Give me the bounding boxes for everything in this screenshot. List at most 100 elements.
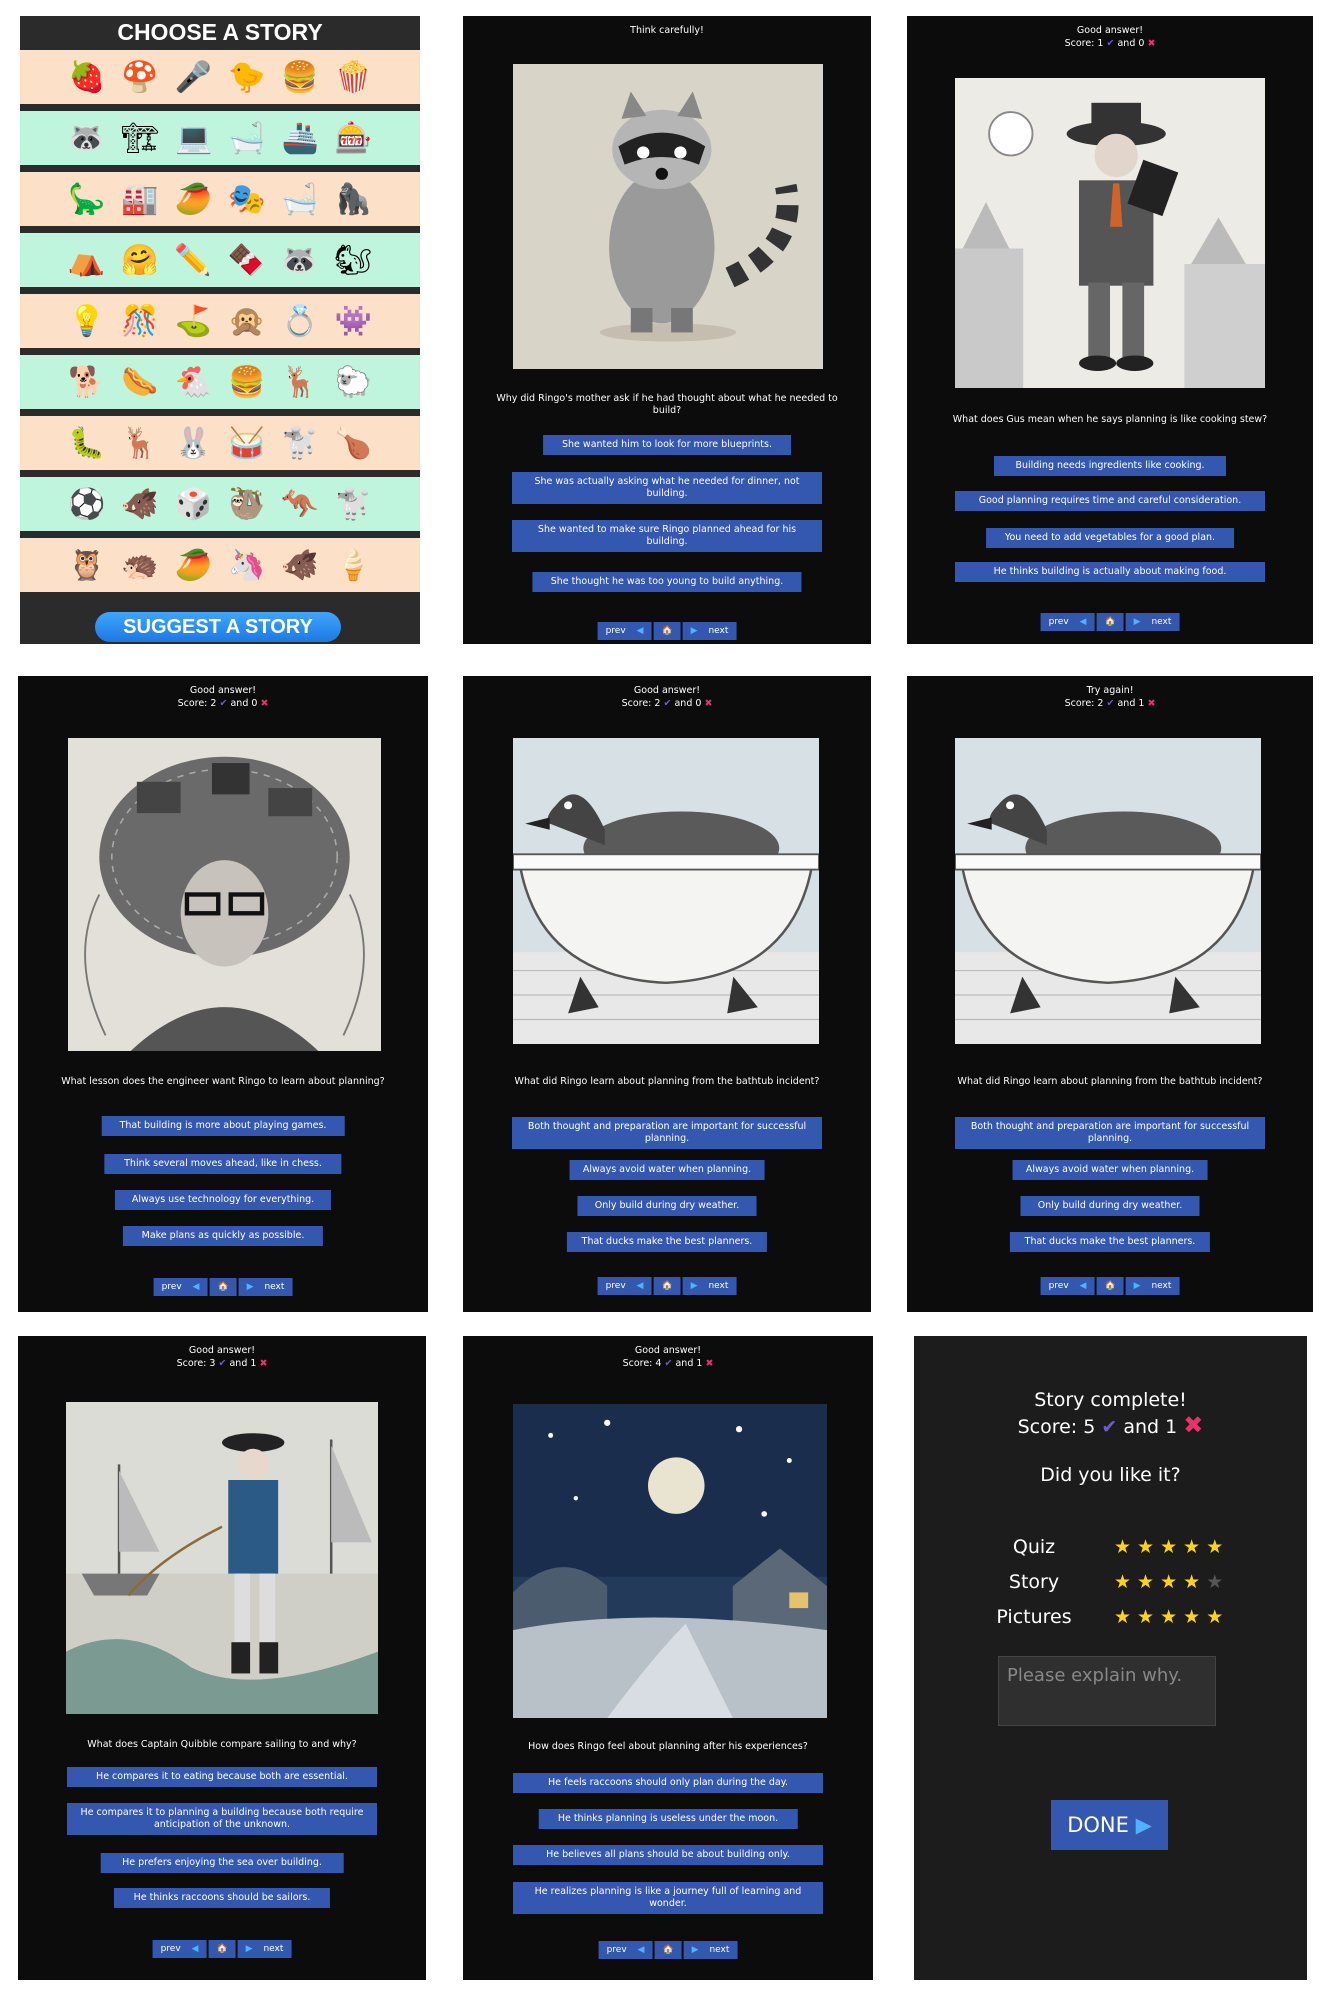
answer-option[interactable]: He prefers enjoying the sea over buildin… [100,1853,344,1873]
story-icon[interactable]: 🐕 [68,365,105,400]
star-icon[interactable]: ★ [1114,1571,1137,1593]
answer-option[interactable]: That ducks make the best planners. [1009,1232,1211,1252]
prev-button[interactable]: prev ◀ [153,1278,208,1296]
home-button[interactable]: 🏠 [1096,613,1124,631]
star-rating[interactable]: ★★★★★ [1114,1606,1229,1628]
answer-option[interactable]: Good planning requires time and careful … [955,491,1265,511]
answer-option[interactable]: Only build during dry weather. [1020,1196,1200,1216]
home-button[interactable]: 🏠 [209,1278,237,1296]
story-icon[interactable]: 🍓 [68,60,105,95]
story-icon[interactable]: 🦄 [228,548,265,583]
story-icon[interactable]: 🍦 [335,548,372,583]
star-icon[interactable]: ★ [1160,1536,1183,1558]
story-icon[interactable]: 💍 [281,304,318,339]
story-icon[interactable]: 🤗 [121,243,158,278]
story-icon[interactable]: 💻 [175,121,212,156]
prev-button[interactable]: prev ◀ [598,1941,653,1959]
answer-option[interactable]: Building needs ingredients like cooking. [994,456,1226,476]
answer-option[interactable]: Both thought and preparation are importa… [955,1117,1265,1149]
story-icon[interactable]: 🐤 [228,60,265,95]
answer-option[interactable]: Always avoid water when planning. [569,1160,765,1180]
story-icon[interactable]: 🍗 [335,426,372,461]
feedback-textarea[interactable]: Please explain why. [998,1656,1216,1726]
story-icon[interactable]: 🍿 [335,60,372,95]
story-icon[interactable]: 🎤 [175,60,212,95]
story-icon[interactable]: 🛁 [281,182,318,217]
story-icon[interactable]: 🦝 [68,121,105,156]
prev-button[interactable]: prev ◀ [597,622,652,640]
story-icon[interactable]: 🙊 [228,304,265,339]
story-icon[interactable]: 🎲 [175,487,212,522]
story-icon[interactable]: 🐰 [175,426,212,461]
answer-option[interactable]: That ducks make the best planners. [566,1232,768,1252]
story-icon[interactable]: 🐗 [121,487,158,522]
answer-option[interactable]: You need to add vegetables for a good pl… [986,528,1234,548]
story-icon[interactable]: 🦌 [281,365,318,400]
answer-option[interactable]: She wanted to make sure Ringo planned ah… [512,520,822,552]
star-icon[interactable]: ★ [1183,1606,1206,1628]
answer-option[interactable]: Both thought and preparation are importa… [512,1117,822,1149]
answer-option[interactable]: He compares it to eating because both ar… [67,1767,377,1787]
story-icon[interactable]: 🍄 [121,60,158,95]
star-icon[interactable]: ★ [1160,1571,1183,1593]
story-icon[interactable]: 🦘 [281,487,318,522]
star-rating[interactable]: ★★★★★ [1114,1536,1229,1558]
prev-button[interactable]: prev ◀ [1040,613,1095,631]
story-icon[interactable]: 👾 [335,304,372,339]
story-icon[interactable]: 🦥 [228,487,265,522]
story-icon[interactable]: 🌭 [121,365,158,400]
prev-button[interactable]: prev ◀ [152,1940,207,1958]
answer-option[interactable]: Think several moves ahead, like in chess… [104,1154,342,1174]
story-icon[interactable]: 🦉 [68,548,105,583]
story-icon[interactable]: 🛁 [228,121,265,156]
done-button[interactable]: DONE ▶ [1051,1800,1168,1850]
story-icon[interactable]: ✏️ [174,243,211,278]
star-icon[interactable]: ★ [1137,1606,1160,1628]
next-button[interactable]: ▶ next [1125,1277,1180,1295]
story-icon[interactable]: 🐛 [68,426,105,461]
story-icon[interactable]: ⚽ [68,487,105,522]
story-icon[interactable]: 🦍 [335,182,372,217]
answer-option[interactable]: He thinks building is actually about mak… [955,562,1265,582]
answer-option[interactable]: He thinks planning is useless under the … [538,1809,798,1829]
answer-option[interactable]: He believes all plans should be about bu… [513,1845,823,1865]
star-icon[interactable]: ★ [1183,1536,1206,1558]
star-icon[interactable]: ★ [1206,1571,1229,1593]
story-icon[interactable]: ⛳ [175,304,212,339]
star-icon[interactable]: ★ [1206,1536,1229,1558]
story-icon[interactable]: 🐑 [335,365,372,400]
story-icon[interactable]: 🍔 [228,365,265,400]
home-button[interactable]: 🏠 [653,622,681,640]
story-icon[interactable]: 🥭 [175,182,212,217]
story-icon[interactable]: 🐗 [281,548,318,583]
story-icon[interactable]: ⛺ [68,243,105,278]
story-icon[interactable]: 🦌 [121,426,158,461]
star-icon[interactable]: ★ [1114,1606,1137,1628]
answer-option[interactable]: That building is more about playing game… [101,1116,345,1136]
suggest-story-button[interactable]: SUGGEST A STORY [95,612,341,642]
answer-option[interactable]: She wanted him to look for more blueprin… [543,435,791,455]
answer-option[interactable]: Make plans as quickly as possible. [122,1226,324,1246]
next-button[interactable]: ▶ next [682,1277,737,1295]
story-icon[interactable]: 🏭 [121,182,158,217]
answer-option[interactable]: Always use technology for everything. [114,1190,332,1210]
story-icon[interactable]: 🦔 [121,548,158,583]
story-icon[interactable]: 🦕 [68,182,105,217]
star-icon[interactable]: ★ [1114,1536,1137,1558]
answer-option[interactable]: He realizes planning is like a journey f… [513,1882,823,1914]
star-icon[interactable]: ★ [1137,1536,1160,1558]
story-icon[interactable]: 🎊 [121,304,158,339]
story-icon[interactable]: 🏗 [121,121,159,156]
story-icon[interactable]: 🎭 [228,182,265,217]
next-button[interactable]: ▶ next [238,1278,293,1296]
story-icon[interactable]: 🚢 [281,121,318,156]
star-icon[interactable]: ★ [1183,1571,1206,1593]
answer-option[interactable]: He thinks raccoons should be sailors. [113,1888,331,1908]
story-icon[interactable]: 🍫 [228,243,265,278]
story-icon[interactable]: 🐔 [175,365,212,400]
prev-button[interactable]: prev ◀ [597,1277,652,1295]
star-icon[interactable]: ★ [1137,1571,1160,1593]
answer-option[interactable]: He compares it to planning a building be… [67,1803,377,1835]
story-icon[interactable]: 🐩 [335,487,372,522]
answer-option[interactable]: She thought he was too young to build an… [532,572,802,592]
